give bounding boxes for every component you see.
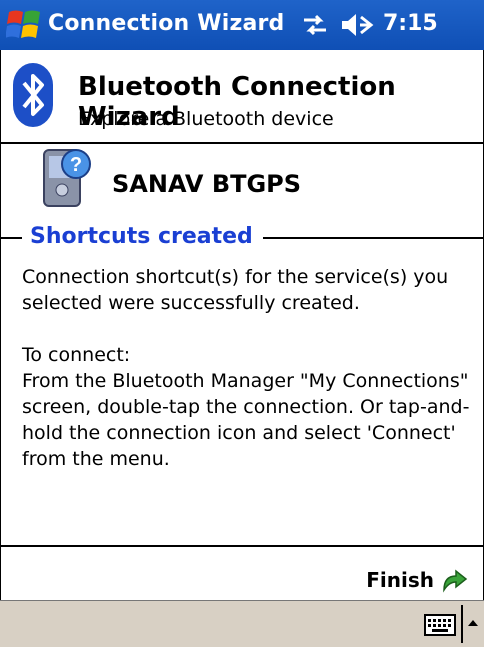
svg-text:?: ? bbox=[70, 154, 82, 176]
clock[interactable]: 7:15 bbox=[383, 11, 438, 36]
device-name: SANAV BTGPS bbox=[112, 170, 302, 198]
menubar-separator bbox=[461, 605, 463, 643]
finish-button[interactable]: Finish bbox=[366, 566, 468, 594]
footer-divider bbox=[0, 545, 484, 547]
volume-icon[interactable] bbox=[340, 12, 374, 38]
connect-instructions: From the Bluetooth Manager "My Connectio… bbox=[22, 370, 470, 470]
pda-device-icon: ? bbox=[43, 149, 91, 207]
connect-instructions-heading: To connect: bbox=[22, 344, 131, 366]
windows-start-icon[interactable] bbox=[6, 8, 42, 42]
green-arrow-icon[interactable] bbox=[440, 566, 468, 594]
message-body: Connection shortcut(s) for the service(s… bbox=[22, 264, 472, 472]
success-message: Connection shortcut(s) for the service(s… bbox=[22, 266, 449, 314]
wizard-header: Bluetooth Connection Wizard Explore a Bl… bbox=[0, 50, 484, 144]
up-arrow-icon[interactable] bbox=[466, 611, 480, 635]
finish-label[interactable]: Finish bbox=[366, 568, 434, 592]
connectivity-icon[interactable] bbox=[300, 12, 330, 38]
section-title: Shortcuts created bbox=[22, 224, 263, 249]
bluetooth-icon bbox=[13, 63, 53, 127]
menu-bar bbox=[0, 600, 484, 647]
header-subtitle: Explore a Bluetooth device bbox=[78, 108, 334, 130]
title-bar: Connection Wizard 7:15 bbox=[0, 0, 484, 50]
title-text: Connection Wizard bbox=[48, 11, 285, 36]
keyboard-icon[interactable] bbox=[424, 614, 456, 636]
